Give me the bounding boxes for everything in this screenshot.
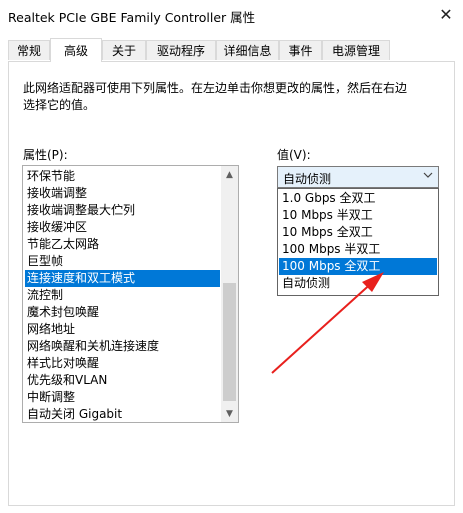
tab-details[interactable]: 详细信息 — [216, 40, 279, 60]
scroll-down-arrow-icon[interactable]: ▼ — [221, 405, 238, 422]
tab-advanced[interactable]: 高级 — [50, 38, 102, 62]
tab-driver[interactable]: 驱动程序 — [146, 40, 216, 60]
dropdown-option[interactable]: 自动侦测 — [279, 275, 437, 292]
list-item[interactable]: 优先级和VLAN — [25, 372, 220, 389]
scroll-up-arrow-icon[interactable]: ▲ — [221, 166, 238, 183]
tab-power-management[interactable]: 电源管理 — [322, 40, 390, 60]
list-item[interactable]: 接收端调整最大伫列 — [25, 202, 220, 219]
property-scrollbar[interactable]: ▲ ▼ — [221, 166, 238, 422]
list-item[interactable]: 网络唤醒和关机连接速度 — [25, 338, 220, 355]
list-item[interactable]: 样式比对唤醒 — [25, 355, 220, 372]
property-label: 属性(P): — [23, 148, 68, 162]
list-item[interactable]: 中断调整 — [25, 389, 220, 406]
list-item[interactable]: 巨型帧 — [25, 253, 220, 270]
chevron-down-icon[interactable] — [423, 170, 433, 183]
description-text: 此网络适配器可使用下列属性。在左边单击你想更改的属性，然后在右边选择它的值。 — [23, 81, 408, 112]
dropdown-option-highlighted[interactable]: 100 Mbps 全双工 — [279, 258, 437, 275]
title-bar: Realtek PCIe GBE Family Controller 属性 ✕ — [0, 0, 463, 30]
value-label: 值(V): — [277, 148, 311, 162]
list-item[interactable]: 接收端调整 — [25, 185, 220, 202]
list-item[interactable]: 魔术封包唤醒 — [25, 304, 220, 321]
list-item[interactable]: 节能乙太网路 — [25, 236, 220, 253]
dropdown-option[interactable]: 1.0 Gbps 全双工 — [279, 190, 437, 207]
dropdown-option[interactable]: 10 Mbps 半双工 — [279, 207, 437, 224]
value-dropdown-list[interactable]: 1.0 Gbps 全双工 10 Mbps 半双工 10 Mbps 全双工 100… — [277, 188, 439, 296]
dropdown-option[interactable]: 10 Mbps 全双工 — [279, 224, 437, 241]
property-listbox[interactable]: 环保节能 接收端调整 接收端调整最大伫列 接收缓冲区 节能乙太网路 巨型帧 连接… — [22, 165, 239, 423]
list-item[interactable]: 网络地址 — [25, 321, 220, 338]
list-item[interactable]: 流控制 — [25, 287, 220, 304]
close-icon[interactable]: ✕ — [432, 2, 460, 26]
tab-general[interactable]: 常规 — [8, 40, 50, 60]
tab-events[interactable]: 事件 — [279, 40, 322, 60]
combobox-value: 自动侦测 — [283, 172, 332, 186]
tab-about[interactable]: 关于 — [102, 40, 146, 60]
list-item[interactable]: 环保节能 — [25, 168, 220, 185]
list-item[interactable]: 自动关闭 Gigabit — [25, 406, 220, 422]
scroll-thumb[interactable] — [223, 283, 236, 401]
list-item[interactable]: 接收缓冲区 — [25, 219, 220, 236]
value-combobox[interactable]: 自动侦测 — [277, 166, 439, 188]
dropdown-option[interactable]: 100 Mbps 半双工 — [279, 241, 437, 258]
window-title: Realtek PCIe GBE Family Controller 属性 — [8, 10, 256, 25]
list-item-selected[interactable]: 连接速度和双工模式 — [25, 270, 220, 287]
